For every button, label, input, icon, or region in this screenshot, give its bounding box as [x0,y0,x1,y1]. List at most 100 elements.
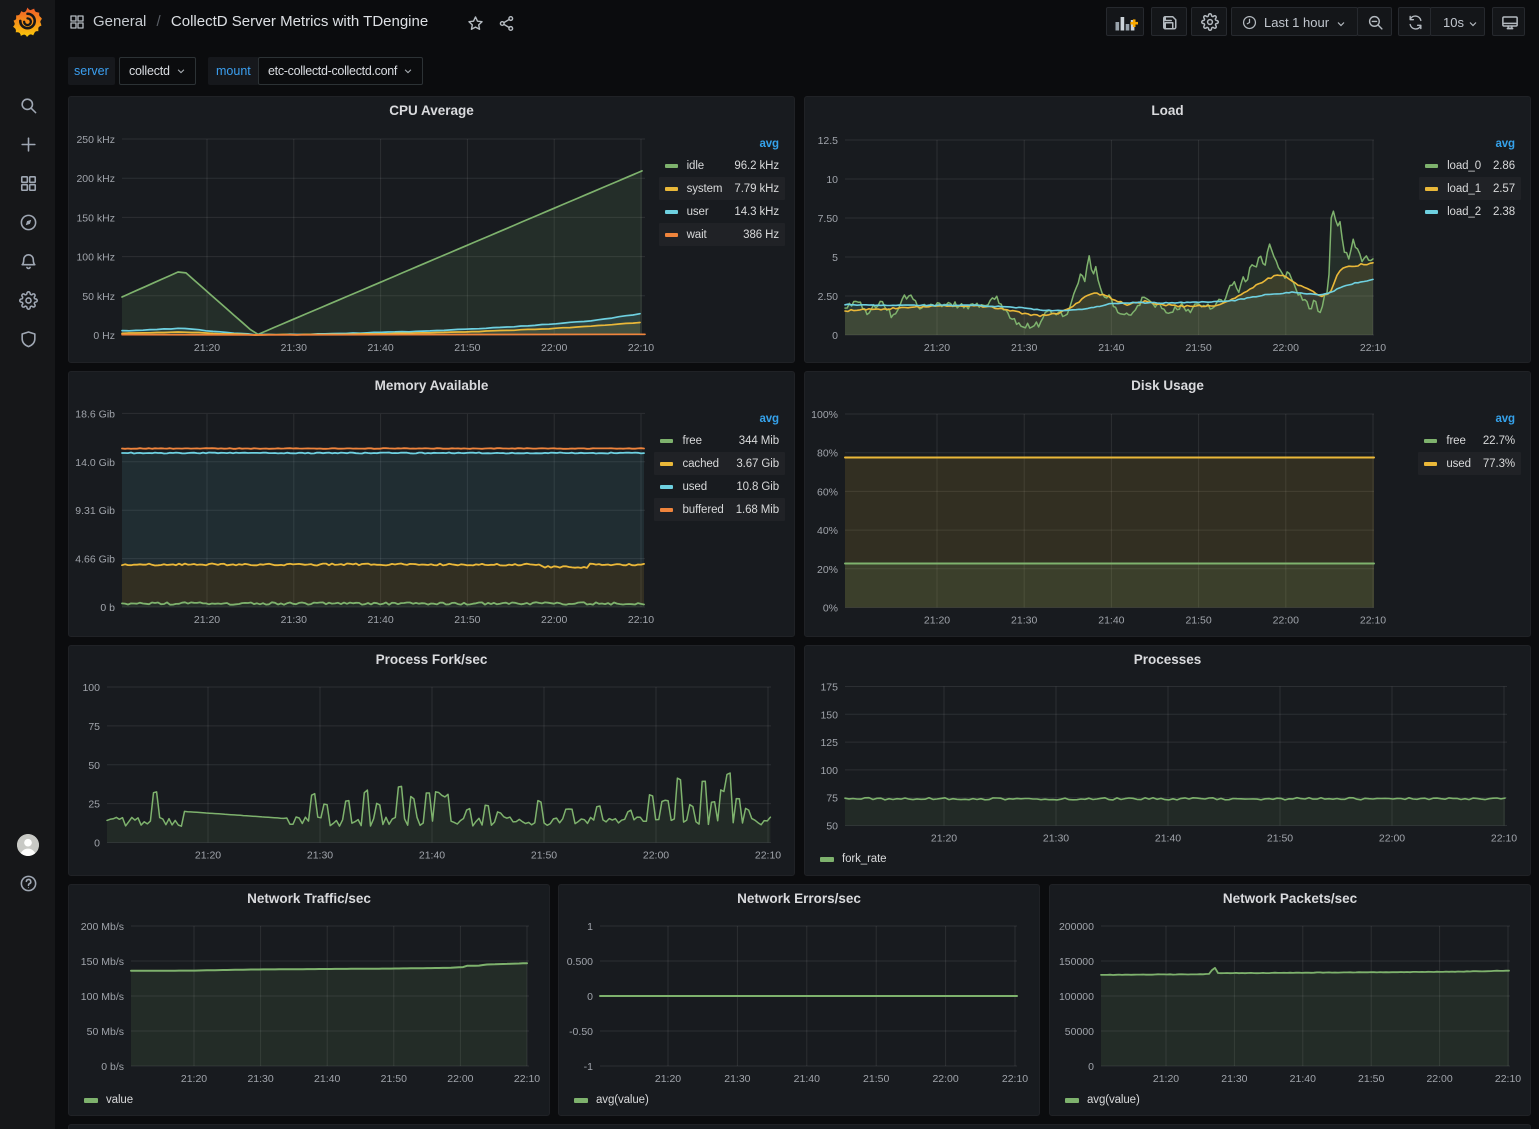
svg-text:21:40: 21:40 [1098,615,1124,627]
svg-text:21:30: 21:30 [724,1073,750,1085]
svg-text:0 b/s: 0 b/s [101,1061,124,1073]
svg-text:150 kHz: 150 kHz [76,212,115,224]
svg-text:0 b: 0 b [100,602,115,614]
svg-text:21:40: 21:40 [1290,1073,1316,1085]
svg-text:-0.50: -0.50 [569,1026,593,1038]
svg-text:22:00: 22:00 [541,342,567,354]
svg-text:2.50: 2.50 [818,291,839,303]
svg-text:40%: 40% [817,525,838,537]
svg-text:75: 75 [826,793,838,805]
svg-text:50: 50 [826,821,838,833]
svg-text:22:10: 22:10 [628,342,654,354]
svg-text:150 Mb/s: 150 Mb/s [81,956,124,968]
svg-text:21:50: 21:50 [381,1073,407,1085]
svg-text:21:30: 21:30 [1011,615,1037,627]
svg-text:4.66 Gib: 4.66 Gib [75,554,115,566]
svg-text:100 Mb/s: 100 Mb/s [81,991,124,1003]
svg-text:22:10: 22:10 [514,1073,540,1085]
svg-text:22:00: 22:00 [541,614,567,626]
svg-text:21:50: 21:50 [531,850,557,862]
svg-text:9.31 Gib: 9.31 Gib [75,505,115,517]
svg-text:21:20: 21:20 [181,1073,207,1085]
svg-text:21:40: 21:40 [1155,833,1181,845]
svg-text:60%: 60% [817,486,838,498]
svg-text:21:20: 21:20 [924,615,950,627]
svg-text:50000: 50000 [1065,1026,1094,1038]
svg-text:100: 100 [820,765,838,777]
svg-text:21:50: 21:50 [454,342,480,354]
svg-text:0: 0 [832,330,838,342]
svg-text:175: 175 [820,682,838,694]
svg-text:200 Mb/s: 200 Mb/s [81,921,124,933]
svg-text:22:10: 22:10 [1002,1073,1028,1085]
svg-text:21:30: 21:30 [1011,342,1037,354]
svg-text:50 kHz: 50 kHz [82,291,115,303]
svg-text:21:40: 21:40 [367,614,393,626]
svg-text:250 kHz: 250 kHz [76,134,115,146]
svg-text:125: 125 [820,737,838,749]
svg-text:0: 0 [1088,1061,1094,1073]
svg-text:21:20: 21:20 [194,614,220,626]
svg-text:21:20: 21:20 [1153,1073,1179,1085]
svg-text:150000: 150000 [1059,956,1094,968]
svg-text:21:30: 21:30 [281,342,307,354]
svg-text:21:50: 21:50 [1267,833,1293,845]
svg-text:21:30: 21:30 [1043,833,1069,845]
svg-text:7.50: 7.50 [818,213,839,225]
svg-text:50: 50 [88,760,100,772]
svg-text:21:40: 21:40 [1098,342,1124,354]
svg-text:22:00: 22:00 [1273,615,1299,627]
svg-text:22:10: 22:10 [1495,1073,1521,1085]
svg-text:14.0 Gib: 14.0 Gib [75,457,115,469]
svg-text:22:00: 22:00 [932,1073,958,1085]
svg-text:200000: 200000 [1059,921,1094,933]
svg-text:21:20: 21:20 [931,833,957,845]
svg-text:5: 5 [832,252,838,264]
svg-text:-1: -1 [584,1061,593,1073]
svg-text:21:30: 21:30 [247,1073,273,1085]
svg-text:21:40: 21:40 [314,1073,340,1085]
svg-text:21:50: 21:50 [1358,1073,1384,1085]
svg-text:21:20: 21:20 [655,1073,681,1085]
svg-text:21:50: 21:50 [454,614,480,626]
svg-text:22:00: 22:00 [1379,833,1405,845]
svg-text:22:10: 22:10 [628,614,654,626]
svg-text:10: 10 [826,174,838,186]
svg-text:21:20: 21:20 [924,342,950,354]
svg-text:21:30: 21:30 [307,850,333,862]
svg-text:50 Mb/s: 50 Mb/s [87,1026,124,1038]
svg-text:21:50: 21:50 [1185,342,1211,354]
svg-text:200 kHz: 200 kHz [76,173,115,185]
svg-text:21:20: 21:20 [194,342,220,354]
svg-text:21:40: 21:40 [419,850,445,862]
svg-text:1: 1 [587,921,593,933]
svg-text:22:10: 22:10 [1360,615,1386,627]
svg-text:0%: 0% [823,603,838,615]
svg-text:21:30: 21:30 [1221,1073,1247,1085]
svg-text:21:40: 21:40 [794,1073,820,1085]
svg-text:0.500: 0.500 [567,956,593,968]
svg-text:22:00: 22:00 [447,1073,473,1085]
svg-text:100: 100 [82,682,100,694]
svg-text:0 Hz: 0 Hz [93,330,115,342]
svg-text:22:00: 22:00 [1426,1073,1452,1085]
svg-text:21:50: 21:50 [863,1073,889,1085]
svg-text:25: 25 [88,799,100,811]
svg-text:80%: 80% [817,448,838,460]
svg-text:22:10: 22:10 [1360,342,1386,354]
svg-text:20%: 20% [817,564,838,576]
svg-text:75: 75 [88,721,100,733]
svg-text:21:50: 21:50 [1185,615,1211,627]
svg-text:22:00: 22:00 [1273,342,1299,354]
svg-text:100%: 100% [811,409,838,421]
svg-text:12.5: 12.5 [818,135,839,147]
svg-text:0: 0 [94,838,100,850]
svg-text:22:10: 22:10 [755,850,781,862]
svg-text:150: 150 [820,709,838,721]
svg-text:18.6 Gib: 18.6 Gib [75,408,115,420]
svg-text:21:30: 21:30 [281,614,307,626]
svg-text:0: 0 [587,991,593,1003]
svg-text:21:40: 21:40 [367,342,393,354]
svg-text:21:20: 21:20 [195,850,221,862]
svg-text:22:10: 22:10 [1491,833,1517,845]
